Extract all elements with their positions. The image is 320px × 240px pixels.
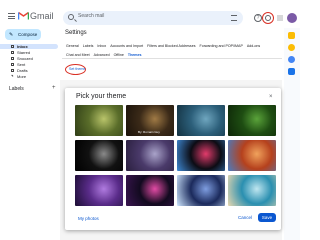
tab-forwarding[interactable]: Forwarding and POP/IMAP [200, 44, 243, 48]
theme-thumbnail-leaf-macro[interactable] [228, 105, 276, 136]
sidebar-item-label: Snoozed [17, 56, 33, 61]
sidebar-item-label: Inbox [17, 44, 28, 49]
sidebar-item-label: More [17, 74, 27, 79]
sidebar-item-starred[interactable]: Starred [0, 50, 58, 55]
keep-icon[interactable] [288, 44, 295, 51]
draft-icon [11, 69, 14, 72]
theme-thumbnail-lanterns[interactable] [177, 140, 225, 171]
theme-thumbnail-ocean-rocks[interactable] [177, 105, 225, 136]
contacts-icon[interactable] [288, 68, 295, 75]
sidebar-item-drafts[interactable]: Drafts [0, 68, 58, 73]
app-brand: Gmail [30, 11, 54, 21]
tab-advanced[interactable]: Advanced [94, 53, 110, 57]
theme-thumbnail-red-canyon[interactable] [228, 140, 276, 171]
apps-grid-icon[interactable] [277, 15, 283, 21]
tabs-divider [62, 58, 282, 59]
dialog-title: Pick your theme [76, 93, 127, 100]
photo-credit-label: By: Romain Guy [138, 130, 160, 134]
save-button[interactable]: Save [258, 213, 276, 222]
close-icon[interactable]: × [269, 94, 273, 100]
gear-icon[interactable] [265, 15, 271, 21]
page-title: Settings [65, 30, 87, 36]
sidebar-item-more[interactable]: More [0, 74, 58, 79]
tab-chat-meet[interactable]: Chat and Meet [66, 53, 90, 57]
my-photos-button[interactable]: My photos [78, 216, 99, 221]
sidebar-item-sent[interactable]: Sent [0, 62, 58, 67]
search-placeholder: Search mail [78, 13, 105, 19]
theme-thumbnail-light-rays[interactable] [75, 105, 123, 136]
sidebar-item-inbox[interactable]: Inbox [0, 44, 58, 49]
settings-tabs-row-1: General Labels Inbox Accounts and Import… [66, 44, 263, 48]
settings-tabs-row-2: Chat and Meet Advanced Offline Themes [66, 53, 144, 57]
chevron-down-icon [10, 74, 14, 78]
send-icon [11, 63, 14, 66]
help-icon[interactable]: ? [254, 14, 262, 22]
tab-themes[interactable]: Themes [128, 53, 142, 57]
theme-thumbnail-purple-sky[interactable] [75, 175, 123, 206]
set-theme-link[interactable]: Set theme [69, 67, 85, 71]
calendar-icon[interactable] [288, 32, 295, 39]
search-input[interactable]: Search mail [63, 11, 243, 25]
main-menu-icon[interactable] [8, 13, 15, 19]
compose-button[interactable]: ✎ Compose [5, 29, 41, 40]
tab-general[interactable]: General [66, 44, 79, 48]
pencil-icon: ✎ [9, 32, 14, 38]
star-icon [11, 51, 14, 54]
labels-header: Labels [9, 86, 24, 92]
gmail-logo-icon [18, 11, 29, 20]
search-icon [68, 14, 74, 20]
theme-thumbnail-beach[interactable] [228, 175, 276, 206]
add-label-button[interactable]: + [52, 85, 56, 91]
sidebar-item-label: Drafts [17, 68, 28, 73]
theme-thumbnail-pink-ribbon[interactable] [126, 175, 174, 206]
theme-picker-dialog: Pick your theme × By: Romain Guy My phot… [65, 88, 281, 230]
sidebar-item-label: Starred [17, 50, 31, 55]
tab-filters[interactable]: Filters and Blocked Addresses [147, 44, 195, 48]
account-avatar[interactable] [287, 13, 297, 23]
sidebar-item-snoozed[interactable]: Snoozed [0, 56, 58, 61]
theme-thumbnail-grid: By: Romain Guy [75, 105, 281, 210]
compose-label: Compose [18, 32, 38, 37]
tasks-icon[interactable] [288, 56, 295, 63]
tab-offline[interactable]: Offline [114, 53, 124, 57]
theme-thumbnail-chess[interactable]: By: Romain Guy [126, 105, 174, 136]
tab-addons[interactable]: Add-ons [247, 44, 260, 48]
theme-thumbnail-hummingbird[interactable] [126, 140, 174, 171]
side-panel [284, 28, 300, 240]
inbox-icon [11, 45, 14, 48]
clock-icon [11, 57, 14, 60]
search-options-icon[interactable] [231, 15, 237, 21]
theme-thumbnail-galaxy[interactable] [177, 175, 225, 206]
cancel-button[interactable]: Cancel [238, 215, 252, 220]
sidebar-item-label: Sent [17, 62, 26, 67]
theme-thumbnail-bubbles[interactable] [75, 140, 123, 171]
tab-accounts-import[interactable]: Accounts and Import [110, 44, 143, 48]
tab-inbox[interactable]: Inbox [97, 44, 106, 48]
tab-labels[interactable]: Labels [83, 44, 94, 48]
